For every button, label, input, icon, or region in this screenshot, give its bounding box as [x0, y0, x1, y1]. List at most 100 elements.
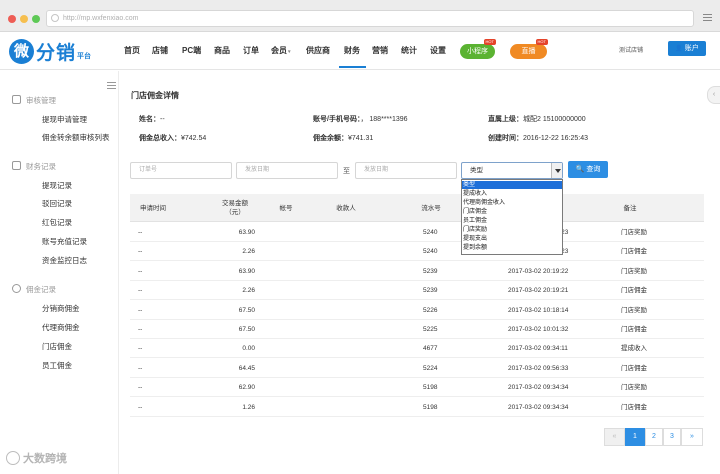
- cell-time: 2017-03-02 10:01:32: [508, 326, 569, 333]
- table-row: --2.2652402017-03-02 20:19:23门店佣金: [130, 242, 704, 262]
- mini-program-button[interactable]: 小程序 HOT: [460, 39, 496, 59]
- sidebar-item-agent-commission[interactable]: 代理商佣金: [42, 322, 80, 333]
- info-created-value: 2016-12-22 16:25:43: [523, 135, 588, 142]
- sidebar-item-store-commission[interactable]: 门店佣金: [42, 341, 72, 352]
- info-total-income: 佣金总收入：¥742.54: [139, 133, 206, 143]
- hot-badge: HOT: [483, 39, 496, 45]
- nav-marketing[interactable]: 营销: [372, 45, 388, 56]
- col-apply-time: 申请时间: [140, 204, 166, 212]
- address-bar[interactable]: http://mp.wxfenxiao.com: [46, 10, 694, 27]
- page-title: 门店佣金详情: [131, 91, 179, 100]
- info-account: 账号/手机号码：， 188****1396: [313, 114, 408, 124]
- chevron-down-icon: ▾: [288, 49, 291, 55]
- sidebar-item-recharge-records[interactable]: 账号充值记录: [42, 236, 87, 247]
- order-number-placeholder: 订单号: [139, 167, 158, 173]
- globe-icon: [51, 14, 59, 22]
- account-button[interactable]: 👤 账户: [668, 41, 706, 56]
- sidebar-item-staff-commission[interactable]: 员工佣金: [42, 360, 72, 371]
- page-button-2[interactable]: 2: [645, 428, 663, 446]
- table-row: -- 64.45 5224 2017-03-02 09:56:33 门店佣金: [130, 359, 704, 378]
- cell-serial: 5239: [423, 287, 438, 295]
- type-option[interactable]: 提到余额: [462, 244, 562, 252]
- nav-orders[interactable]: 订单: [243, 45, 259, 56]
- type-option[interactable]: 类型: [462, 181, 562, 189]
- nav-suppliers[interactable]: 供应商: [306, 45, 330, 56]
- brand-logo[interactable]: 微 分销 平台: [9, 38, 91, 64]
- cell-amount: 67.50: [238, 306, 255, 314]
- type-option[interactable]: 门店奖励: [462, 226, 562, 234]
- end-date-input[interactable]: 发放日期: [355, 162, 457, 179]
- sidebar-item-distributor-commission[interactable]: 分销商佣金: [42, 303, 80, 314]
- sidebar-item-redpacket-records[interactable]: 红包记录: [42, 217, 72, 228]
- sidebar-item-withdraw-apply[interactable]: 提现申请管理: [42, 114, 87, 125]
- document-icon: [12, 161, 21, 170]
- cell-amount: 1.26: [242, 403, 255, 411]
- maximize-window-dot[interactable]: [32, 15, 40, 23]
- live-button[interactable]: 直播 HOT: [510, 39, 548, 59]
- info-created: 创建时间：2016-12-22 16:25:43: [488, 133, 588, 143]
- cell-note: 门店佣金: [621, 403, 647, 411]
- page-prev-button[interactable]: «: [604, 428, 625, 446]
- sidebar-item-commission-review[interactable]: 佣金转余额审核列表: [42, 132, 110, 143]
- table-row: -- 67.50 5225 2017-03-02 10:01:32 门店佣金: [130, 320, 704, 339]
- close-window-dot[interactable]: [8, 15, 16, 23]
- hot-badge: HOT: [535, 39, 548, 45]
- sidebar-item-fund-log[interactable]: 资金监控日志: [42, 255, 87, 266]
- type-option[interactable]: 提成收入: [462, 190, 562, 198]
- nav-store[interactable]: 店铺: [152, 45, 168, 56]
- sidebar-section-label: 审核管理: [26, 96, 56, 105]
- brand-logo-mark: 微: [9, 38, 34, 64]
- browser-window: http://mp.wxfenxiao.com 微 分销 平台 首页 店铺 PC…: [0, 0, 720, 474]
- cell-serial: 5198: [423, 384, 438, 392]
- nav-active-indicator: [339, 66, 366, 68]
- table-row: -- 1.26 5198 2017-03-02 09:34:34 门店佣金: [130, 398, 704, 417]
- type-select[interactable]: 类型: [461, 162, 563, 179]
- type-option[interactable]: 员工佣金: [462, 217, 562, 225]
- cell-note: 门店佣金: [621, 248, 647, 256]
- order-number-input[interactable]: 订单号: [130, 162, 232, 179]
- brand-name: 分销: [36, 41, 77, 64]
- type-select-value: 类型: [470, 167, 483, 174]
- app-header: 微 分销 平台 首页 店铺 PC端 商品 订单 会员▾ 供应商 财务 营销 统计…: [0, 32, 720, 70]
- info-balance: 佣金余额：¥741.31: [313, 133, 373, 143]
- store-name: 测试店铺: [619, 48, 644, 54]
- browser-menu-icon[interactable]: [703, 14, 712, 22]
- cell-apply-time: --: [138, 267, 143, 275]
- cell-amount: 2.26: [242, 287, 255, 295]
- page-button-1[interactable]: 1: [625, 428, 645, 446]
- nav-stats[interactable]: 统计: [401, 45, 417, 56]
- table-row: -- 2.26 5239 2017-03-02 20:19:21 门店佣金: [130, 281, 704, 301]
- sidebar-item-withdraw-records[interactable]: 提现记录: [42, 180, 72, 191]
- brand-sub: 平台: [77, 53, 92, 60]
- nav-pc[interactable]: PC端: [182, 45, 201, 56]
- info-parent-value: 城配2 15100000000: [523, 116, 586, 123]
- table-row: -- 63.90 5239 2017-03-02 20:19:22 门店奖励: [130, 262, 704, 281]
- nav-products[interactable]: 商品: [214, 45, 230, 56]
- commission-icon: [12, 284, 21, 293]
- cell-apply-time: --: [138, 326, 143, 333]
- query-button[interactable]: 🔍 查询: [568, 161, 608, 178]
- table-row: -- 67.50 5226 2017-03-02 10:18:14 门店奖励: [130, 301, 704, 320]
- type-option[interactable]: 门店佣金: [462, 208, 562, 216]
- sidebar-toggle-icon[interactable]: [107, 82, 116, 90]
- cell-serial: 5198: [423, 403, 438, 411]
- page-next-button[interactable]: »: [681, 428, 703, 446]
- cell-time: 2017-03-02 20:19:22: [508, 267, 569, 275]
- nav-home[interactable]: 首页: [124, 45, 140, 56]
- nav-settings[interactable]: 设置: [430, 45, 446, 56]
- collapse-panel-tab[interactable]: ‹: [707, 86, 720, 104]
- sidebar-item-reject-records[interactable]: 驳回记录: [42, 198, 72, 209]
- cell-time: 2017-03-02 09:34:34: [508, 384, 569, 392]
- nav-finance[interactable]: 财务: [344, 45, 360, 56]
- cell-time: 2017-03-02 09:34:34: [508, 403, 569, 411]
- cell-serial: 5226: [423, 306, 438, 314]
- cell-apply-time: --: [138, 287, 143, 295]
- dropdown-arrow-icon[interactable]: [551, 163, 562, 178]
- type-option[interactable]: 代理商佣金收入: [462, 199, 562, 207]
- page-button-3[interactable]: 3: [663, 428, 681, 446]
- table-header: 申请时间 交易金额 （元） 帐号 收款人 流水号 备注: [130, 194, 704, 222]
- start-date-input[interactable]: 发放日期: [236, 162, 338, 179]
- type-option[interactable]: 提现支出: [462, 235, 562, 243]
- minimize-window-dot[interactable]: [20, 15, 28, 23]
- nav-members[interactable]: 会员▾: [271, 45, 291, 56]
